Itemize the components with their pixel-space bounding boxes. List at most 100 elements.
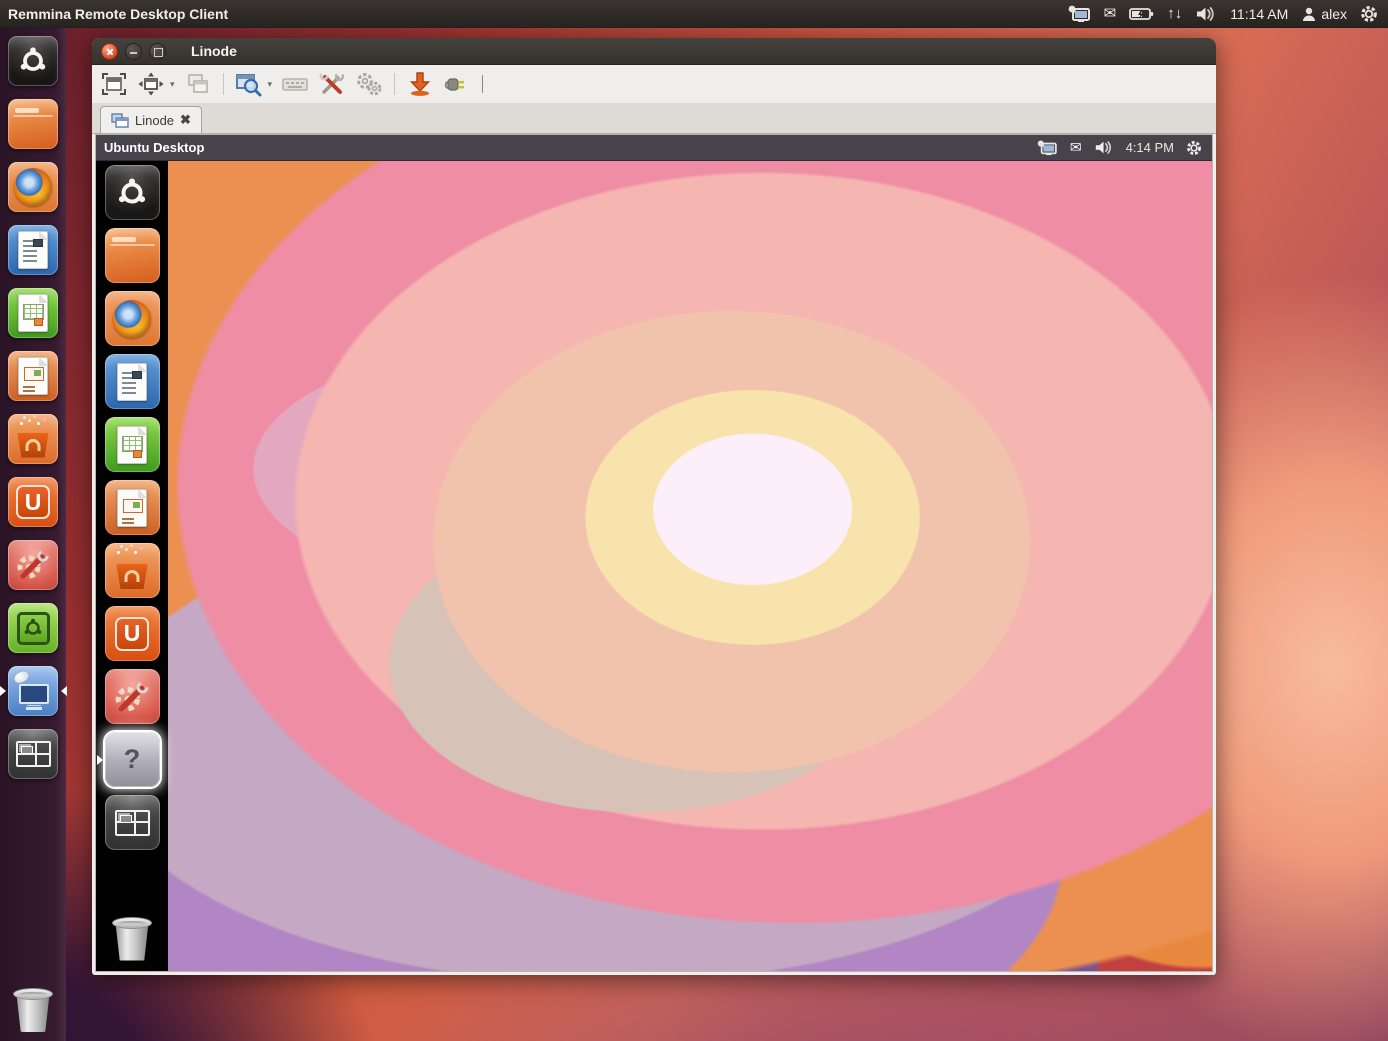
launcher-item-remmina[interactable] (8, 666, 58, 716)
duplicate-connection-button[interactable] (184, 70, 212, 98)
clock-indicator[interactable]: 11:14 AM (1230, 6, 1288, 22)
session-username: alex (1321, 6, 1347, 22)
sound-indicator[interactable] (1195, 6, 1217, 22)
duplicate-connection-icon (185, 72, 211, 96)
keyboard-icon (281, 74, 309, 94)
window-titlebar[interactable]: Linode (92, 38, 1216, 65)
mail-indicator[interactable]: ✉ (1104, 6, 1117, 21)
toolbar-separator (394, 73, 395, 95)
remote-launcher-item-help[interactable]: ? (105, 732, 160, 787)
remote-clock-time: 4:14 PM (1126, 140, 1174, 155)
firefox-icon (8, 162, 58, 212)
trash-icon (8, 985, 58, 1035)
disconnect-button[interactable] (443, 70, 471, 98)
software-center-icon (105, 543, 160, 598)
user-icon (1301, 6, 1317, 22)
remote-launcher-item-ubuntu-one[interactable]: U (105, 606, 160, 661)
window-minimize-button[interactable] (125, 43, 142, 60)
home-folder-icon (8, 99, 58, 149)
remote-launcher-item-firefox[interactable] (105, 291, 160, 346)
launcher-item-ubuntu-one[interactable]: U (8, 477, 58, 527)
remote-desktop-indicator[interactable] (1067, 5, 1091, 23)
remote-panel-title: Ubuntu Desktop (96, 140, 204, 155)
remmina-toolbar: ▾ ▾ (92, 65, 1216, 103)
active-indicator-arrow (97, 755, 103, 765)
fit-window-icon (138, 72, 164, 96)
launcher-item-software-updater[interactable] (8, 603, 58, 653)
fullscreen-button[interactable] (100, 70, 128, 98)
volume-icon (1195, 6, 1217, 22)
session-indicator[interactable]: alex (1301, 6, 1347, 22)
libreoffice-calc-icon (8, 288, 58, 338)
launcher-item-trash[interactable] (8, 985, 58, 1035)
launcher-item-home-folder[interactable] (8, 99, 58, 149)
software-center-icon (8, 414, 58, 464)
battery-icon (1129, 7, 1154, 21)
tab-linode[interactable]: Linode ✖ (100, 106, 202, 133)
remote-launcher-item-workspace-switcher[interactable] (105, 795, 160, 850)
launcher-item-libreoffice-writer[interactable] (8, 225, 58, 275)
remote-desktop-viewport[interactable]: Ubuntu Desktop ✉ (95, 134, 1213, 972)
fit-window-dropdown[interactable]: ▾ (170, 79, 175, 90)
focused-indicator-arrow (61, 686, 67, 696)
remote-launcher-item-libreoffice-impress[interactable] (105, 480, 160, 535)
power-indicator[interactable] (1360, 5, 1378, 23)
battery-indicator[interactable] (1129, 7, 1154, 21)
gear-icon (1186, 140, 1202, 156)
remote-clock-indicator[interactable]: 4:14 PM (1126, 140, 1174, 155)
remote-launcher-item-libreoffice-writer[interactable] (105, 354, 160, 409)
firefox-icon (105, 291, 160, 346)
launcher-item-software-center[interactable] (8, 414, 58, 464)
network-arrows-icon: ↑↓ (1167, 6, 1182, 21)
launcher-item-libreoffice-calc[interactable] (8, 288, 58, 338)
fit-window-button[interactable] (137, 70, 165, 98)
tools-button[interactable] (318, 70, 346, 98)
remote-unity-launcher: U ? (96, 161, 168, 971)
launcher-item-system-settings[interactable] (8, 540, 58, 590)
workspace-switcher-icon (105, 795, 160, 850)
launcher-item-workspace-switcher[interactable] (8, 729, 58, 779)
preferences-button[interactable] (355, 70, 383, 98)
unity-launcher: U (0, 28, 66, 1041)
remote-launcher-item-dash[interactable] (105, 165, 160, 220)
tab-connection-icon (111, 113, 129, 128)
preferences-gears-icon (355, 71, 383, 97)
indicator-tray: ✉ ↑↓ 11:14 AM alex (1067, 5, 1388, 23)
remote-launcher-item-home-folder[interactable] (105, 228, 160, 283)
tab-close-button[interactable]: ✖ (180, 112, 191, 128)
remote-top-panel: Ubuntu Desktop ✉ (96, 135, 1212, 161)
toolbar-end-separator (482, 75, 483, 93)
remote-launcher-item-software-center[interactable] (105, 543, 160, 598)
remote-power-indicator[interactable] (1186, 140, 1202, 156)
mail-icon: ✉ (1070, 139, 1082, 156)
launcher-item-dash[interactable] (8, 36, 58, 86)
gear-icon (1360, 5, 1378, 23)
screenshot-button[interactable] (406, 70, 434, 98)
remote-rdp-indicator[interactable] (1036, 140, 1058, 156)
remote-sound-indicator[interactable] (1094, 140, 1114, 155)
launcher-item-firefox[interactable] (8, 162, 58, 212)
window-close-button[interactable] (101, 43, 118, 60)
software-updater-icon (8, 603, 58, 653)
remote-launcher-item-system-settings[interactable] (105, 669, 160, 724)
system-settings-icon (8, 540, 58, 590)
launcher-item-libreoffice-impress[interactable] (8, 351, 58, 401)
dash-icon (8, 36, 58, 86)
remote-launcher-item-libreoffice-calc[interactable] (105, 417, 160, 472)
scaled-view-dropdown[interactable]: ▾ (268, 79, 273, 90)
fullscreen-icon (101, 72, 127, 96)
toolbar-separator (223, 73, 224, 95)
dash-icon (105, 165, 160, 220)
remote-mail-indicator[interactable]: ✉ (1070, 139, 1082, 156)
scaled-view-button[interactable] (235, 70, 263, 98)
clock-time: 11:14 AM (1230, 6, 1288, 22)
ubuntu-one-icon: U (8, 477, 58, 527)
remote-launcher-item-trash[interactable] (105, 911, 160, 966)
keyboard-grab-button[interactable] (281, 70, 309, 98)
libreoffice-writer-icon (105, 354, 160, 409)
libreoffice-impress-icon (105, 480, 160, 535)
window-maximize-button[interactable] (149, 43, 166, 60)
remote-desktop-icon (1067, 5, 1091, 23)
network-indicator[interactable]: ↑↓ (1167, 6, 1182, 21)
libreoffice-calc-icon (105, 417, 160, 472)
